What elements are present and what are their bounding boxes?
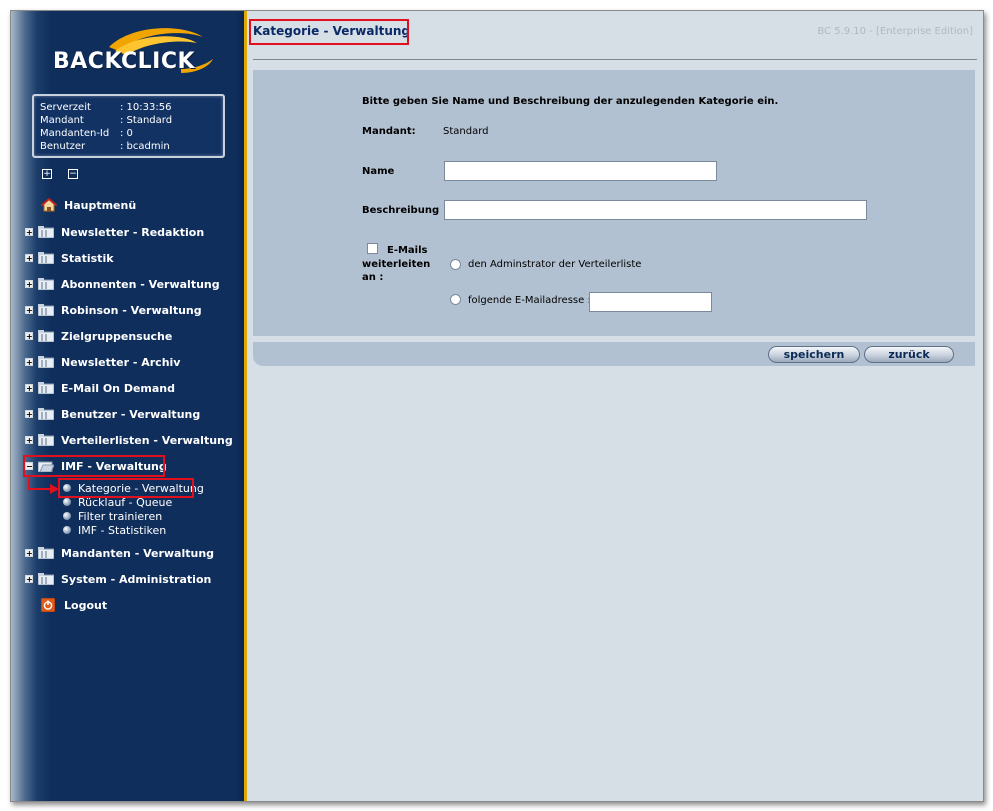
forward-label-line2: weiterleiten bbox=[362, 259, 431, 270]
info-row-mandant: Mandant: Standard bbox=[40, 115, 173, 126]
expand-icon[interactable]: + bbox=[25, 306, 33, 315]
back-button[interactable]: zurück bbox=[864, 346, 954, 363]
bullet-icon bbox=[63, 512, 71, 520]
mandant-value: Standard bbox=[443, 126, 489, 137]
expand-icon[interactable]: + bbox=[25, 332, 33, 341]
forward-label-line1: E-Mails bbox=[387, 245, 428, 256]
expand-icon[interactable]: + bbox=[25, 575, 33, 584]
arrow-pointer-icon bbox=[28, 478, 59, 494]
menu-item-benutzer-verwaltung[interactable]: + Benutzer - Verwaltung bbox=[25, 405, 200, 423]
option-email-label: folgende E-Mailadresse : bbox=[468, 295, 591, 306]
header-divider bbox=[253, 59, 977, 60]
info-row-benutzer: Benutzer: bcadmin bbox=[40, 141, 170, 152]
save-button[interactable]: speichern bbox=[768, 346, 860, 363]
menu-item-newsletter-redaktion[interactable]: + Newsletter - Redaktion bbox=[25, 223, 204, 241]
backclick-logo: BACKCLICK bbox=[31, 21, 221, 91]
expand-icon[interactable]: + bbox=[25, 549, 33, 558]
expand-icon[interactable]: + bbox=[25, 410, 33, 419]
sidebar: BACKCLICK Serverzeit: 10:33:56 Mandant: … bbox=[11, 11, 244, 801]
radio-admin[interactable] bbox=[450, 259, 461, 270]
button-bar: speichern zurück bbox=[253, 342, 975, 366]
expand-icon[interactable]: + bbox=[25, 228, 33, 237]
menu-item-logout[interactable]: Logout bbox=[41, 596, 107, 614]
folder-icon bbox=[38, 330, 54, 342]
expand-icon[interactable]: + bbox=[25, 384, 33, 393]
name-label: Name bbox=[362, 166, 395, 177]
folder-icon bbox=[38, 382, 54, 394]
session-info-box: Serverzeit: 10:33:56 Mandant: Standard M… bbox=[32, 94, 225, 158]
info-row-serverzeit: Serverzeit: 10:33:56 bbox=[40, 102, 172, 113]
expand-all-button[interactable]: + bbox=[42, 169, 52, 179]
option-admin-label: den Adminstrator der Verteilerliste bbox=[468, 259, 642, 270]
version-label: BC 5.9.10 - [Enterprise Edition] bbox=[817, 26, 973, 37]
folder-icon bbox=[38, 547, 54, 559]
submenu-item-imf-statistiken[interactable]: IMF - Statistiken bbox=[63, 523, 166, 537]
folder-icon bbox=[38, 573, 54, 585]
bullet-icon bbox=[63, 498, 71, 506]
menu-item-statistik[interactable]: + Statistik bbox=[25, 249, 114, 267]
highlight-imf-verwaltung bbox=[23, 455, 165, 477]
radio-email[interactable] bbox=[450, 294, 461, 305]
info-row-mandanten-id: Mandanten-Id: 0 bbox=[40, 128, 133, 139]
logo-text: BACKCLICK bbox=[53, 49, 196, 74]
menu-item-verteilerlisten-verwaltung[interactable]: + Verteilerlisten - Verwaltung bbox=[25, 431, 233, 449]
menu-item-robinson-verwaltung[interactable]: + Robinson - Verwaltung bbox=[25, 301, 202, 319]
expand-icon[interactable]: + bbox=[25, 254, 33, 263]
folder-icon bbox=[38, 408, 54, 420]
form-instruction: Bitte geben Sie Name und Beschreibung de… bbox=[362, 96, 779, 107]
highlight-page-title bbox=[249, 19, 409, 45]
name-input[interactable] bbox=[444, 161, 717, 181]
menu-item-zielgruppensuche[interactable]: + Zielgruppensuche bbox=[25, 327, 172, 345]
menu-item-email-on-demand[interactable]: + E-Mail On Demand bbox=[25, 379, 175, 397]
category-form: Bitte geben Sie Name und Beschreibung de… bbox=[253, 70, 975, 336]
home-icon bbox=[41, 198, 57, 212]
folder-icon bbox=[38, 356, 54, 368]
main-content: Kategorie - Verwaltung BC 5.9.10 - [Ente… bbox=[247, 11, 983, 801]
app-window: BACKCLICK Serverzeit: 10:33:56 Mandant: … bbox=[10, 10, 984, 802]
expand-icon[interactable]: + bbox=[25, 280, 33, 289]
forward-emails-checkbox[interactable] bbox=[367, 243, 378, 254]
expand-icon[interactable]: + bbox=[25, 358, 33, 367]
folder-icon bbox=[38, 278, 54, 290]
beschreibung-label: Beschreibung bbox=[362, 205, 440, 216]
folder-icon bbox=[38, 252, 54, 264]
menu-item-abonnenten-verwaltung[interactable]: + Abonnenten - Verwaltung bbox=[25, 275, 220, 293]
folder-icon bbox=[38, 434, 54, 446]
menu-item-system-administration[interactable]: + System - Administration bbox=[25, 570, 211, 588]
submenu-item-filter-trainieren[interactable]: Filter trainieren bbox=[63, 509, 162, 523]
expand-icon[interactable]: + bbox=[25, 436, 33, 445]
folder-icon bbox=[38, 304, 54, 316]
menu-item-hauptmenu[interactable]: Hauptmenü bbox=[41, 196, 136, 214]
beschreibung-input[interactable] bbox=[444, 200, 867, 220]
email-address-input[interactable] bbox=[589, 292, 712, 312]
mandant-label: Mandant: bbox=[362, 126, 416, 137]
power-icon bbox=[41, 598, 55, 612]
menu-item-mandanten-verwaltung[interactable]: + Mandanten - Verwaltung bbox=[25, 544, 214, 562]
folder-icon bbox=[38, 226, 54, 238]
submenu-item-ruecklauf-queue[interactable]: Rücklauf - Queue bbox=[63, 495, 172, 509]
collapse-all-button[interactable]: − bbox=[68, 169, 78, 179]
bullet-icon bbox=[63, 526, 71, 534]
menu-item-newsletter-archiv[interactable]: + Newsletter - Archiv bbox=[25, 353, 180, 371]
forward-label-line3: an : bbox=[362, 272, 384, 283]
